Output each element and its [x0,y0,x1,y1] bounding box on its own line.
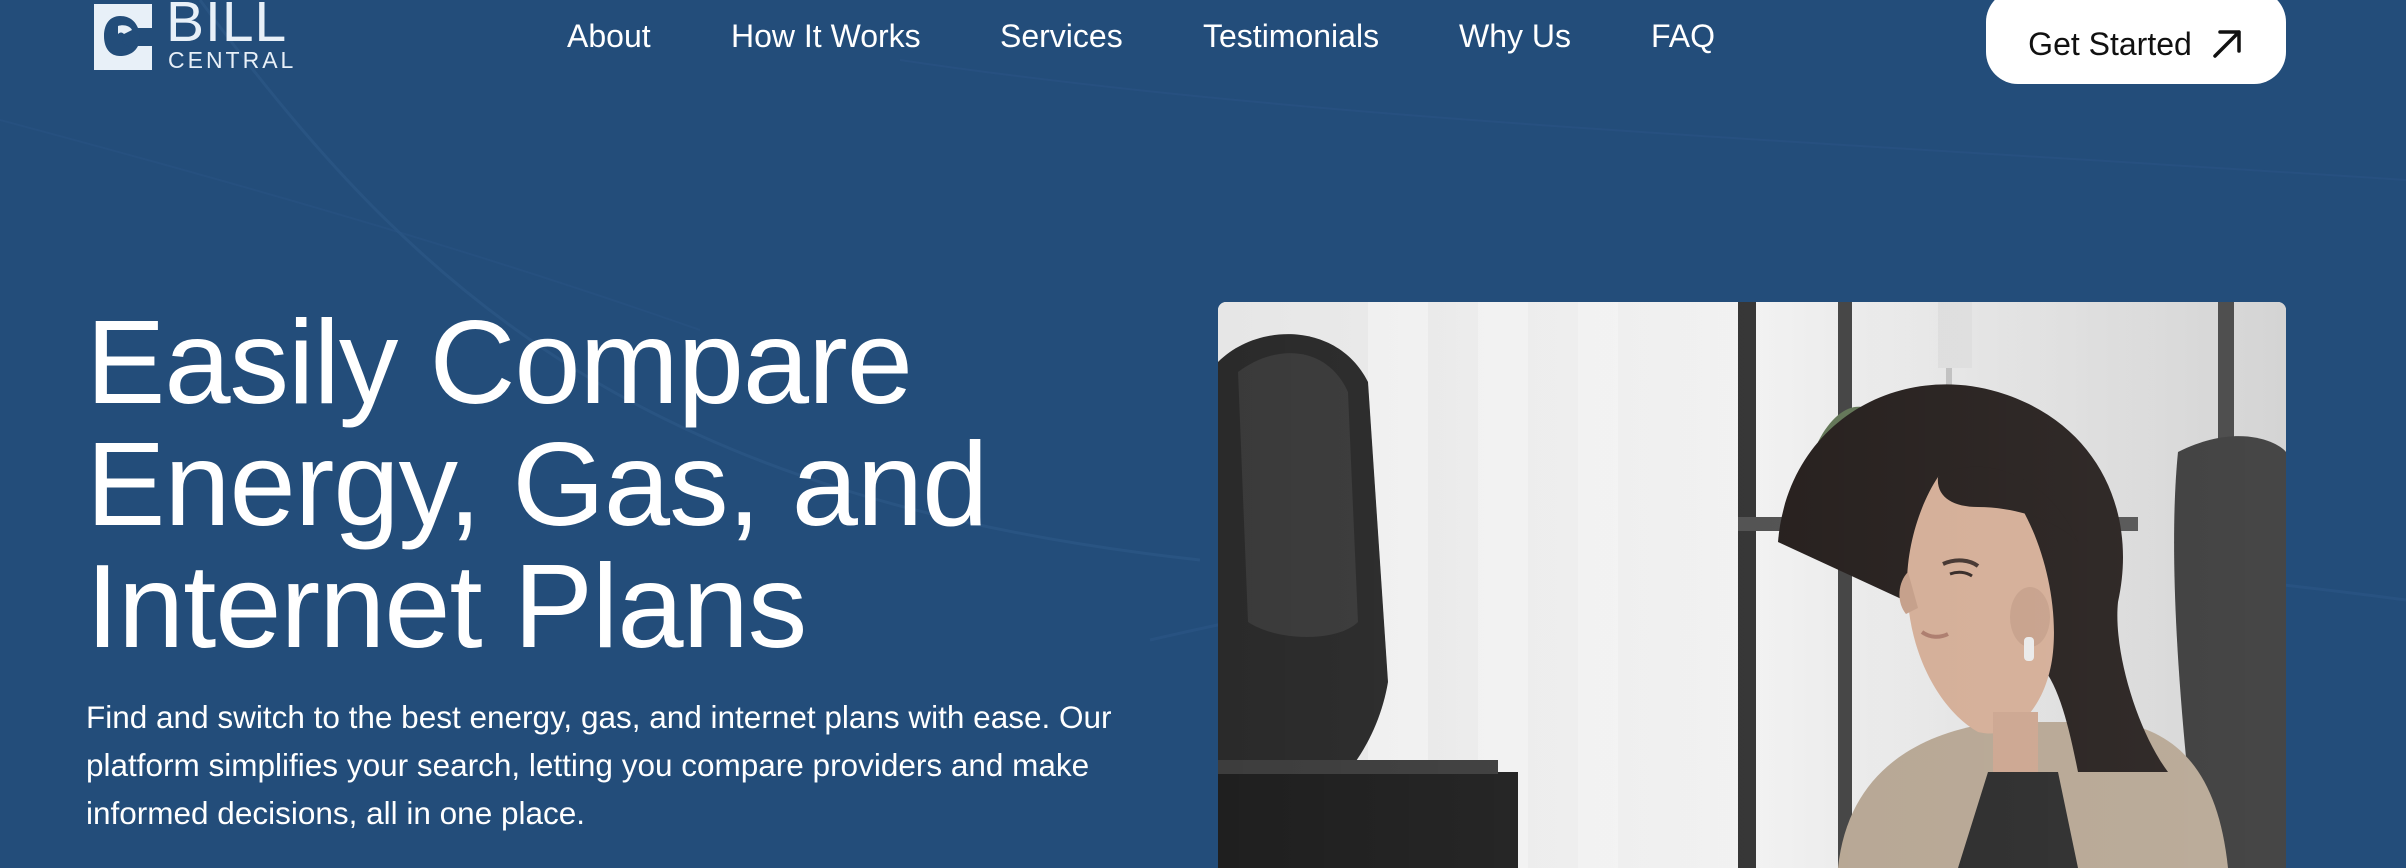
brand-logo[interactable]: BILL CENTRAL [88,0,298,74]
get-started-button[interactable]: Get Started [1986,0,2286,84]
bill-central-logo-icon [94,4,152,70]
hero-description: Find and switch to the best energy, gas,… [86,699,1112,831]
hero-image [1218,302,2286,868]
get-started-label: Get Started [2028,25,2192,62]
hero-photo-illustration [1218,302,2286,868]
nav-link-services[interactable]: Services [1000,16,1123,56]
arrow-up-right-icon [2213,30,2241,58]
nav-link-why-us[interactable]: Why Us [1459,16,1571,56]
hero-title: Easily Compare Energy, Gas, and Internet… [86,302,1186,668]
hero-title-line-1: Easily Compare [86,296,913,429]
hero-title-line-3: Internet Plans [86,540,807,673]
nav-link-how-it-works[interactable]: How It Works [731,16,921,56]
nav-link-faq[interactable]: FAQ [1651,16,1715,56]
logo-text-central: CENTRAL [168,47,297,73]
nav-link-about[interactable]: About [567,16,651,56]
hero-title-line-2: Energy, Gas, and [86,418,988,551]
nav-link-testimonials[interactable]: Testimonials [1203,16,1379,56]
logo-text-bill: BILL [166,0,288,54]
